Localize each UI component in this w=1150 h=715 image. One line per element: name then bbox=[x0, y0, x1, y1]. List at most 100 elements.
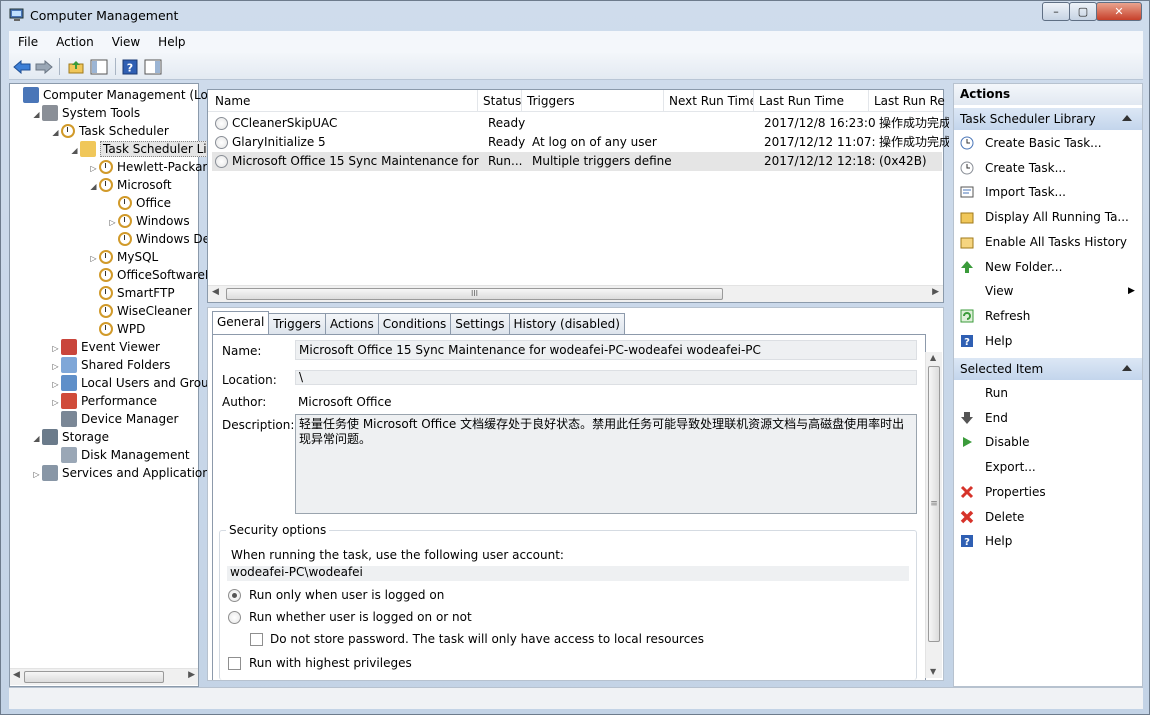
checkbox-do-not-store-password[interactable] bbox=[250, 633, 263, 646]
action-import-task[interactable]: Import Task... bbox=[958, 180, 1138, 204]
task-list-horizontal-scrollbar[interactable]: ◀ III ▶ bbox=[208, 285, 943, 302]
action-help[interactable]: ? Help bbox=[958, 329, 1138, 353]
tree-item[interactable]: OfficeSoftwareP bbox=[88, 266, 212, 284]
tree-item[interactable]: ◢ Task Scheduler Libra bbox=[69, 140, 230, 158]
tree-item-label: WiseCleaner bbox=[117, 304, 192, 318]
action-disable[interactable]: Disable bbox=[958, 430, 1138, 454]
column-header-next-run-time[interactable]: Next Run Time bbox=[664, 90, 754, 112]
svg-text:?: ? bbox=[127, 61, 133, 74]
action-help[interactable]: ? Help bbox=[958, 529, 1138, 553]
tree-item[interactable]: ▷ Performance bbox=[50, 392, 157, 410]
tree-item[interactable]: WiseCleaner bbox=[88, 302, 192, 320]
task-row[interactable]: Microsoft Office 15 Sync Maintenance for… bbox=[212, 152, 942, 171]
expand-toggle-icon[interactable]: ▷ bbox=[31, 466, 42, 484]
maximize-button[interactable]: ▢ bbox=[1069, 2, 1097, 21]
menu-help[interactable]: Help bbox=[149, 35, 194, 49]
detail-vertical-scrollbar[interactable]: ▲ ≡ ▼ bbox=[925, 352, 942, 678]
help-icon: ? bbox=[961, 334, 973, 348]
task-cell-last-run: 2017/12/12 11:07:36 bbox=[764, 135, 876, 149]
action-create-task[interactable]: Create Task... bbox=[958, 156, 1138, 180]
tab-settings[interactable]: Settings bbox=[450, 313, 510, 334]
tab-general[interactable]: General bbox=[212, 311, 270, 334]
tree-item[interactable]: ▷ Windows bbox=[107, 212, 190, 230]
user-account-field[interactable]: wodeafei-PC\wodeafei bbox=[227, 566, 909, 581]
radio-run-whether-logged-on[interactable] bbox=[228, 611, 241, 624]
tab-conditions[interactable]: Conditions bbox=[377, 313, 452, 334]
tree-item[interactable]: Computer Management (Local bbox=[12, 86, 225, 104]
action-view[interactable]: View ▶ bbox=[958, 279, 1138, 303]
tree-item[interactable]: Disk Management bbox=[50, 446, 190, 464]
section-task-scheduler-library[interactable]: Task Scheduler Library bbox=[954, 108, 1142, 130]
name-field[interactable]: Microsoft Office 15 Sync Maintenance for… bbox=[295, 340, 917, 360]
show-hide-action-pane-button[interactable] bbox=[142, 56, 164, 77]
action-export[interactable]: Export... bbox=[958, 455, 1138, 479]
task-row[interactable]: GlaryInitialize 5 Ready At log on of any u… bbox=[212, 133, 949, 152]
task-row[interactable]: CCleanerSkipUAC Ready 2017/12/8 16:23:02 操作… bbox=[212, 114, 949, 133]
expand-toggle-icon[interactable]: ◢ bbox=[31, 430, 42, 448]
action-create-basic-task[interactable]: Create Basic Task... bbox=[958, 131, 1138, 155]
section-selected-item[interactable]: Selected Item bbox=[954, 358, 1142, 380]
tree-item[interactable]: SmartFTP bbox=[88, 284, 175, 302]
column-header-last-run-result[interactable]: Last Run Resu bbox=[869, 90, 945, 112]
tree-item[interactable]: Windows Def bbox=[107, 230, 214, 248]
menu-action[interactable]: Action bbox=[47, 35, 103, 49]
tree-item[interactable]: ▷ Local Users and Groups bbox=[50, 374, 223, 392]
action-properties[interactable]: Properties bbox=[958, 480, 1138, 504]
show-hide-tree-button[interactable] bbox=[88, 56, 110, 77]
description-field[interactable]: 轻量任务使 Microsoft Office 文档缓存处于良好状态。禁用此任务可… bbox=[295, 414, 917, 514]
title-bar[interactable]: Computer Management – ▢ ✕ bbox=[1, 1, 1149, 31]
back-button[interactable] bbox=[11, 56, 33, 77]
menu-bar: File Action View Help bbox=[9, 31, 1143, 53]
close-button[interactable]: ✕ bbox=[1096, 2, 1142, 21]
tree-item[interactable]: ▷ MySQL bbox=[88, 248, 158, 266]
checkbox-do-not-store-password-label: Do not store password. The task will onl… bbox=[270, 632, 704, 646]
checkbox-run-highest-privileges[interactable] bbox=[228, 657, 241, 670]
column-header-name[interactable]: Name bbox=[210, 90, 478, 112]
tab-history[interactable]: History (disabled) bbox=[508, 313, 625, 334]
tree-item[interactable]: WPD bbox=[88, 320, 145, 338]
action-refresh[interactable]: Refresh bbox=[958, 304, 1138, 328]
minimize-button[interactable]: – bbox=[1042, 2, 1070, 21]
tree-item[interactable]: ▷ Services and Applications bbox=[31, 464, 216, 482]
tab-triggers[interactable]: Triggers bbox=[268, 313, 326, 334]
tree-item[interactable]: ▷ Event Viewer bbox=[50, 338, 160, 356]
menu-file[interactable]: File bbox=[9, 35, 47, 49]
clock-folder-icon bbox=[118, 196, 132, 210]
task-cell-triggers: Multiple triggers defined bbox=[532, 154, 672, 168]
radio-run-only-logged-on[interactable] bbox=[228, 589, 241, 602]
expand-toggle-icon[interactable]: ◢ bbox=[50, 124, 61, 142]
up-level-button[interactable] bbox=[65, 56, 87, 77]
expand-toggle-icon[interactable]: ◢ bbox=[31, 106, 42, 124]
tree-item[interactable]: ▷ Shared Folders bbox=[50, 356, 170, 374]
toolbar: ? bbox=[9, 53, 1143, 80]
menu-view[interactable]: View bbox=[103, 35, 149, 49]
tree-item[interactable]: ◢ System Tools bbox=[31, 104, 140, 122]
forward-button[interactable] bbox=[33, 56, 55, 77]
column-header-last-run-time[interactable]: Last Run Time bbox=[754, 90, 869, 112]
expand-toggle-icon[interactable]: ◢ bbox=[88, 178, 99, 196]
action-enable-all-tasks-history[interactable]: Enable All Tasks History bbox=[958, 230, 1138, 254]
tree-item[interactable]: ▷ Hewlett-Packard bbox=[88, 158, 215, 176]
tree-item[interactable]: Office bbox=[107, 194, 171, 212]
task-cell-last-result: (0x42B) bbox=[879, 154, 927, 168]
tree-horizontal-scrollbar[interactable]: ◀ ▶ bbox=[10, 668, 198, 685]
action-new-folder[interactable]: New Folder... bbox=[958, 255, 1138, 279]
action-delete[interactable]: Delete bbox=[958, 505, 1138, 529]
expand-toggle-icon[interactable]: ◢ bbox=[69, 142, 80, 160]
action-display-all-running-ta[interactable]: Display All Running Ta... bbox=[958, 205, 1138, 229]
tree-item[interactable]: ◢ Microsoft bbox=[88, 176, 172, 194]
action-run[interactable]: Run bbox=[958, 381, 1138, 405]
action-label: Display All Running Ta... bbox=[985, 210, 1129, 225]
tree-item[interactable]: Device Manager bbox=[50, 410, 178, 428]
back-arrow-icon bbox=[13, 59, 31, 74]
column-header-status[interactable]: Status bbox=[478, 90, 522, 112]
tree-item[interactable]: ◢ Storage bbox=[31, 428, 109, 446]
collapse-caret-icon bbox=[1122, 365, 1132, 371]
tree-item[interactable]: ◢ Task Scheduler bbox=[50, 122, 169, 140]
location-field[interactable]: \ bbox=[295, 370, 917, 385]
tree-item-label: Services and Applications bbox=[62, 466, 217, 480]
action-end[interactable]: End bbox=[958, 406, 1138, 430]
tab-actions[interactable]: Actions bbox=[324, 313, 379, 334]
column-header-triggers[interactable]: Triggers bbox=[522, 90, 664, 112]
help-toolbar-button[interactable]: ? bbox=[119, 56, 141, 77]
